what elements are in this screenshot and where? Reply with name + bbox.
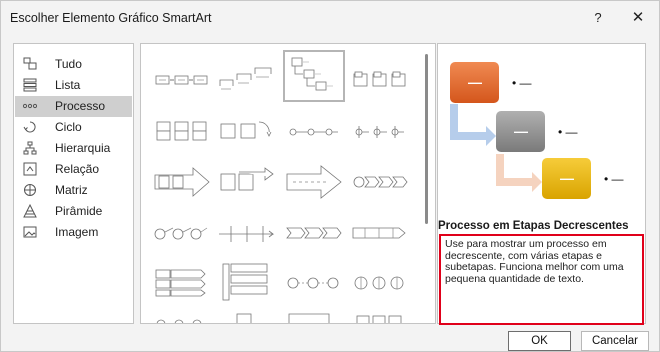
category-item-matriz[interactable]: Matriz	[15, 180, 132, 201]
layout-thumbnail-upward-arrow[interactable]	[215, 156, 277, 208]
layout-thumbnail-partial-3[interactable]	[283, 306, 345, 323]
layout-gallery	[140, 43, 436, 324]
layout-thumbnail-continuous-arrow[interactable]	[215, 106, 277, 158]
category-label: Processo	[55, 99, 106, 113]
layout-thumbnail-partial-4[interactable]	[349, 306, 411, 323]
layout-thumbnail-timeline[interactable]	[349, 106, 411, 158]
process-icon	[23, 103, 37, 109]
preview-arrow-2	[496, 154, 542, 192]
preview-step-3-text: —	[560, 170, 574, 186]
category-item-lista[interactable]: Lista	[15, 75, 132, 96]
help-button[interactable]: ?	[585, 5, 611, 31]
layout-thumbnail-process-arrows[interactable]	[151, 156, 213, 208]
layout-thumbnail-chevron-circles[interactable]	[349, 156, 411, 208]
category-label: Ciclo	[55, 120, 82, 134]
matrix-icon	[24, 184, 36, 196]
dialog-title: Escolher Elemento Gráfico SmartArt	[10, 11, 212, 25]
layout-thumbnail-partial-2[interactable]	[215, 306, 277, 323]
category-label: Tudo	[55, 57, 82, 71]
layout-thumbnail-circle-process[interactable]	[283, 106, 345, 158]
layout-thumbnail-chevron-process[interactable]	[283, 206, 345, 258]
preview-step-1-text: —	[468, 74, 482, 90]
category-list: Tudo Lista Processo Ciclo Hierarquia Rel…	[13, 43, 134, 324]
cycle-icon	[23, 121, 36, 133]
category-item-tudo[interactable]: Tudo	[15, 54, 132, 75]
smartart-dialog: Escolher Elemento Gráfico SmartArt ? ✕ T…	[0, 0, 660, 352]
layout-thumbnail-circular-arrows[interactable]	[151, 206, 213, 258]
layout-thumbnail-descending-steps-selected[interactable]	[283, 50, 345, 102]
gallery-scrollbar[interactable]	[425, 54, 428, 224]
preview-panel: — — — • — • — • — Processo em Etapas Dec…	[437, 43, 646, 325]
layout-thumbnail-circle-chain[interactable]	[283, 256, 345, 308]
category-label: Pirâmide	[55, 204, 103, 218]
layout-thumbnail-step-up-process[interactable]	[215, 54, 277, 106]
layout-thumbnail-stacked-arrows[interactable]	[151, 256, 213, 308]
layout-thumbnail-block-arrow[interactable]	[283, 156, 345, 208]
picture-icon	[23, 226, 37, 238]
layout-thumbnail-arrow-band[interactable]	[349, 206, 411, 258]
pyramid-icon	[23, 204, 37, 218]
category-item-imagem[interactable]: Imagem	[15, 222, 132, 243]
preview-bullet-3: • —	[604, 172, 624, 186]
preview-arrow-1	[450, 104, 496, 146]
layout-thumbnail-alternating-flow[interactable]	[151, 106, 213, 158]
layout-thumbnail-vertical-list[interactable]	[215, 256, 277, 308]
layout-thumbnail-accent-process[interactable]	[349, 54, 411, 106]
preview-diagram	[450, 62, 591, 199]
category-label: Lista	[55, 78, 81, 92]
preview-step-2-text: —	[514, 123, 528, 139]
ok-button[interactable]: OK	[508, 331, 571, 351]
category-item-relacao[interactable]: Relação	[15, 159, 132, 180]
cancel-button[interactable]: Cancelar	[581, 331, 649, 351]
layout-description: Use para mostrar um processo em decresce…	[439, 234, 644, 325]
category-label: Matriz	[55, 183, 88, 197]
layout-thumbnail-circle-ring[interactable]	[349, 256, 411, 308]
category-item-piramide[interactable]: Pirâmide	[15, 201, 132, 222]
layout-title: Processo em Etapas Decrescentes	[438, 220, 629, 232]
layout-thumbnail-partial-1[interactable]	[151, 306, 213, 323]
category-label: Relação	[55, 162, 100, 176]
layout-thumbnail-arrow-timeline[interactable]	[215, 206, 277, 258]
category-item-processo[interactable]: Processo	[15, 96, 132, 117]
category-item-ciclo[interactable]: Ciclo	[15, 117, 132, 138]
list-icon	[23, 78, 37, 92]
relationship-icon	[23, 162, 37, 176]
close-button[interactable]: ✕	[625, 5, 651, 31]
hierarchy-icon	[23, 141, 37, 155]
category-label: Imagem	[55, 225, 99, 239]
category-label: Hierarquia	[55, 141, 111, 155]
title-bar: Escolher Elemento Gráfico SmartArt ? ✕	[1, 1, 659, 35]
layout-thumbnail-basic-process[interactable]	[151, 54, 213, 106]
preview-bullet-2: • —	[558, 125, 578, 139]
category-item-hierarquia[interactable]: Hierarquia	[15, 138, 132, 159]
all-icon	[23, 57, 37, 70]
preview-bullet-1: • —	[512, 76, 532, 90]
